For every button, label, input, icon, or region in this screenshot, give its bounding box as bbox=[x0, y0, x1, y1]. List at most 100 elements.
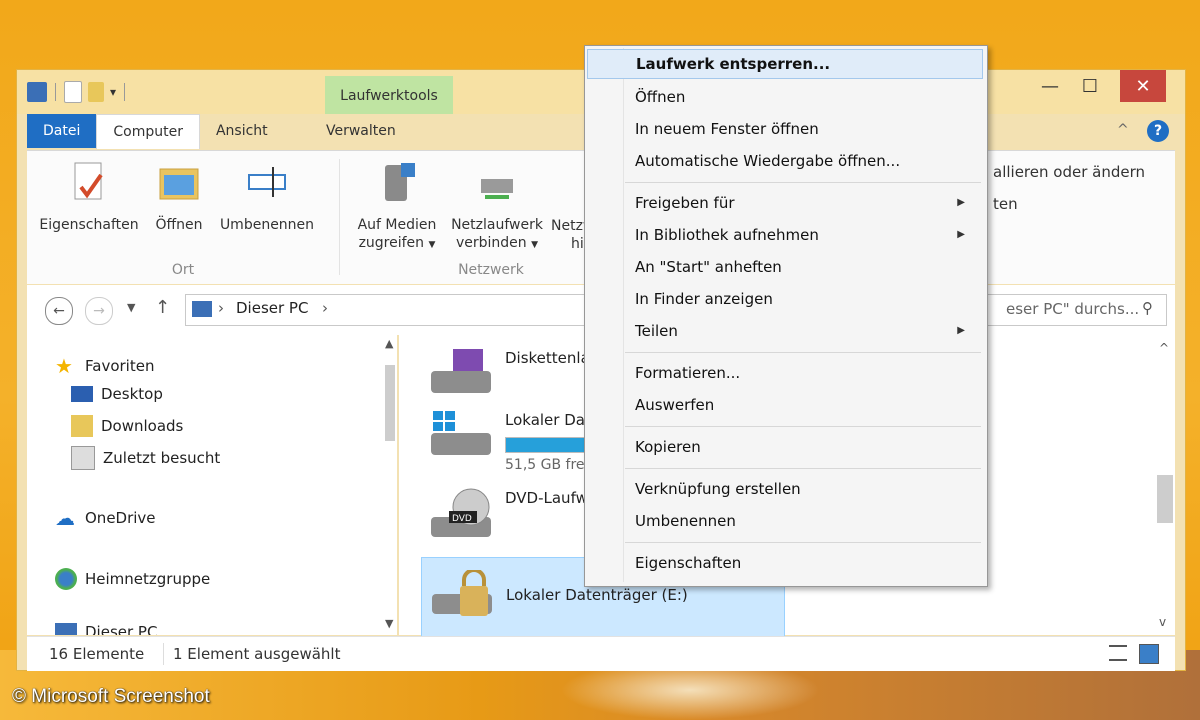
sidebar-item-label: Desktop bbox=[101, 385, 163, 403]
menu-item-label: In Finder anzeigen bbox=[635, 290, 773, 308]
forward-button[interactable]: → bbox=[85, 297, 113, 325]
tab-view[interactable]: Ansicht bbox=[200, 114, 302, 148]
menu-item-show-in-finder[interactable]: In Finder anzeigen bbox=[587, 284, 983, 314]
drive-name: Lokaler Da bbox=[505, 411, 585, 429]
recent-locations-icon[interactable]: ▼ bbox=[127, 301, 135, 314]
scrollbar-thumb[interactable] bbox=[385, 365, 395, 441]
scroll-up-icon[interactable]: ^ bbox=[1159, 341, 1169, 355]
access-media-button[interactable]: Auf Medien zugreifen ▼ bbox=[347, 161, 447, 254]
menu-item-properties[interactable]: Eigenschaften bbox=[587, 548, 983, 578]
selection-count: 1 Element ausgewählt bbox=[173, 645, 341, 663]
menu-item-create-shortcut[interactable]: Verknüpfung erstellen bbox=[587, 474, 983, 504]
menu-item-open-new-window[interactable]: In neuem Fenster öffnen bbox=[587, 114, 983, 144]
menu-item-eject[interactable]: Auswerfen bbox=[587, 390, 983, 420]
search-placeholder: eser PC" durchs... bbox=[1006, 300, 1140, 318]
sidebar-item-desktop[interactable]: Desktop bbox=[71, 385, 163, 403]
menu-item-format[interactable]: Formatieren... bbox=[587, 358, 983, 388]
rename-icon bbox=[248, 167, 286, 197]
sidebar-item-label: Zuletzt besucht bbox=[103, 449, 221, 467]
dvd-drive-icon: DVD bbox=[431, 488, 491, 537]
drive-name: Diskettenla bbox=[505, 349, 590, 367]
properties-button[interactable]: Eigenschaften bbox=[37, 161, 141, 234]
sidebar-item-downloads[interactable]: Downloads bbox=[71, 415, 183, 437]
search-icon[interactable]: ⚲ bbox=[1142, 299, 1153, 317]
menu-item-include-in-library[interactable]: In Bibliothek aufnehmen ▶ bbox=[587, 220, 983, 250]
media-server-icon bbox=[385, 163, 415, 201]
scrollbar-thumb[interactable] bbox=[1157, 475, 1173, 523]
menu-item-rename[interactable]: Umbenennen bbox=[587, 506, 983, 536]
tab-computer[interactable]: Computer bbox=[96, 114, 200, 149]
minimize-button[interactable]: — bbox=[1033, 70, 1067, 102]
menu-item-label: In neuem Fenster öffnen bbox=[635, 120, 819, 138]
cloud-icon: ☁ bbox=[55, 506, 75, 530]
menu-item-autoplay[interactable]: Automatische Wiedergabe öffnen... bbox=[587, 146, 983, 176]
large-icons-view-icon[interactable] bbox=[1139, 644, 1159, 664]
map-drive-label-2: verbinden bbox=[455, 235, 527, 251]
ribbon-tabs: Datei Computer Ansicht Verwalten bbox=[27, 114, 412, 150]
quick-access-toolbar: ▾ bbox=[27, 80, 126, 104]
properties-icon[interactable] bbox=[64, 81, 82, 103]
homegroup-icon bbox=[55, 568, 77, 590]
open-button[interactable]: Öffnen bbox=[147, 161, 211, 234]
star-icon: ★ bbox=[55, 354, 73, 378]
contextual-tab-group-label: Laufwerktools bbox=[325, 76, 453, 114]
collapse-ribbon-icon[interactable]: ^ bbox=[1117, 122, 1129, 138]
close-button[interactable]: ✕ bbox=[1120, 70, 1166, 102]
menu-item-label: An "Start" anheften bbox=[635, 258, 782, 276]
sidebar-scrollbar[interactable]: ▲ ▼ bbox=[383, 335, 397, 635]
menu-item-pin-to-start[interactable]: An "Start" anheften bbox=[587, 252, 983, 282]
breadcrumb-chevron-icon[interactable]: › bbox=[322, 299, 328, 317]
menu-item-label: Auswerfen bbox=[635, 396, 715, 414]
ribbon-right-partial-text[interactable]: ten bbox=[993, 195, 1018, 213]
menu-separator bbox=[625, 468, 981, 469]
scroll-up-icon[interactable]: ▲ bbox=[385, 337, 393, 350]
menu-separator bbox=[625, 352, 981, 353]
new-folder-icon[interactable] bbox=[88, 82, 104, 102]
content-scrollbar[interactable]: ^ v bbox=[1155, 335, 1175, 635]
rename-button[interactable]: Umbenennen bbox=[215, 161, 319, 234]
menu-item-copy[interactable]: Kopieren bbox=[587, 432, 983, 462]
menu-item-label: Eigenschaften bbox=[635, 554, 742, 572]
help-icon[interactable]: ? bbox=[1147, 120, 1169, 142]
access-media-label-1: Auf Medien bbox=[357, 217, 437, 233]
breadcrumb-chevron-icon[interactable]: › bbox=[218, 299, 224, 317]
sidebar-item-favorites[interactable]: ★ Favoriten bbox=[55, 355, 154, 377]
maximize-button[interactable]: ☐ bbox=[1073, 70, 1107, 102]
status-separator bbox=[163, 643, 164, 665]
properties-icon bbox=[74, 162, 103, 200]
menu-item-share-with[interactable]: Freigeben für ▶ bbox=[587, 188, 983, 218]
ribbon-right-partial-text[interactable]: allieren oder ändern bbox=[993, 163, 1145, 181]
system-drive-icon bbox=[431, 411, 491, 455]
group-label-ort: Ort bbox=[171, 262, 195, 278]
back-button[interactable]: ← bbox=[45, 297, 73, 325]
details-view-icon[interactable] bbox=[1109, 645, 1127, 661]
downloads-folder-icon bbox=[71, 415, 93, 437]
map-network-drive-button[interactable]: Netzlaufwerk verbinden ▼ bbox=[445, 161, 549, 254]
up-button[interactable]: ↑ bbox=[155, 297, 170, 318]
address-bar[interactable]: › Dieser PC › bbox=[185, 294, 587, 326]
drive-name: Lokaler Datenträger (E:) bbox=[506, 586, 688, 604]
menu-item-label: Umbenennen bbox=[635, 512, 736, 530]
tab-file[interactable]: Datei bbox=[27, 114, 97, 148]
tab-manage[interactable]: Verwalten bbox=[310, 114, 412, 148]
computer-icon[interactable] bbox=[27, 82, 47, 102]
computer-icon bbox=[55, 623, 77, 635]
ribbon-group-ort: Eigenschaften Öffnen Umbenennen Ort bbox=[27, 151, 339, 284]
sidebar-item-label: Heimnetzgruppe bbox=[85, 570, 211, 588]
menu-item-open[interactable]: Öffnen bbox=[587, 82, 983, 112]
scroll-down-icon[interactable]: ▼ bbox=[385, 617, 393, 630]
breadcrumb-this-pc[interactable]: Dieser PC bbox=[236, 299, 308, 317]
menu-item-unlock-drive[interactable]: Laufwerk entsperren... bbox=[587, 49, 983, 79]
sidebar-item-homegroup[interactable]: Heimnetzgruppe bbox=[55, 568, 210, 590]
menu-separator bbox=[625, 182, 981, 183]
menu-item-share[interactable]: Teilen ▶ bbox=[587, 316, 983, 346]
sidebar-item-recent[interactable]: Zuletzt besucht bbox=[71, 446, 220, 470]
sidebar-item-onedrive[interactable]: ☁ OneDrive bbox=[55, 507, 156, 529]
sidebar-item-this-pc[interactable]: Dieser PC bbox=[55, 623, 157, 635]
drive-name: DVD-Laufw bbox=[505, 489, 588, 507]
sidebar-item-label: Favoriten bbox=[85, 357, 155, 375]
customize-qa-dropdown-icon[interactable]: ▾ bbox=[110, 85, 116, 99]
properties-label: Eigenschaften bbox=[39, 217, 139, 233]
sidebar-item-label: OneDrive bbox=[85, 509, 156, 527]
scroll-down-icon[interactable]: v bbox=[1159, 615, 1166, 629]
